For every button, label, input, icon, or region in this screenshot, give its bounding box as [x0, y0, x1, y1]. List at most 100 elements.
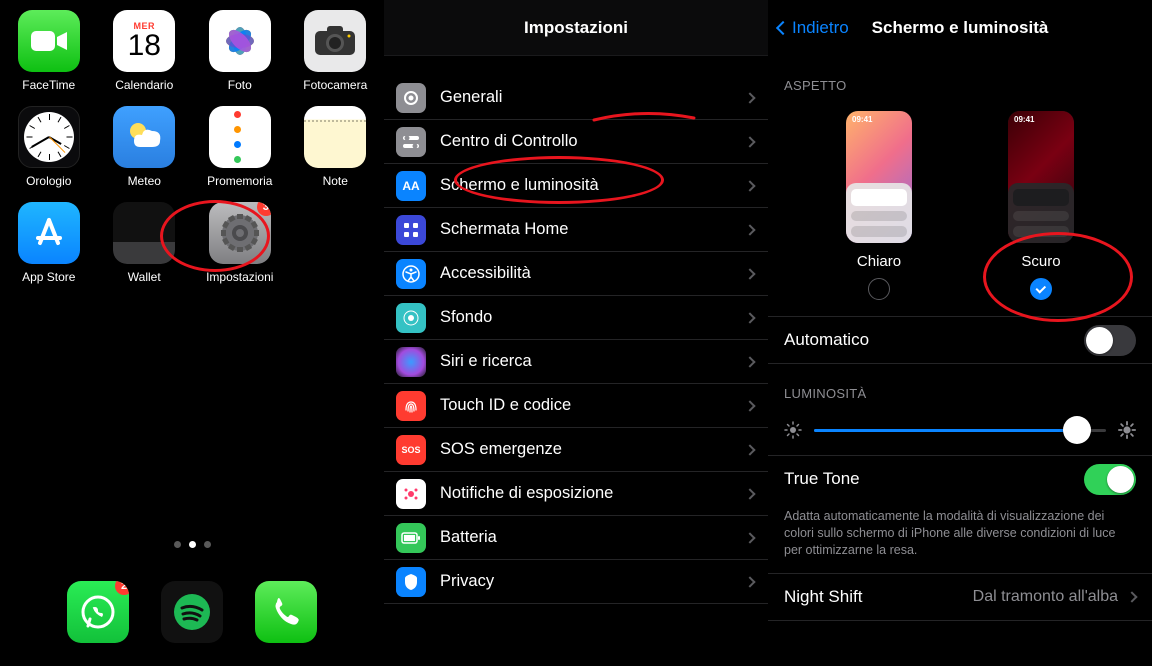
dock: 2 [0, 568, 384, 656]
row-label: Centro di Controllo [440, 132, 746, 151]
control-center-icon [396, 127, 426, 157]
page-dot [174, 541, 181, 548]
battery-icon [396, 523, 426, 553]
radio-light[interactable] [868, 278, 890, 300]
settings-header: Impostazioni [384, 0, 768, 56]
brightness-low-icon [784, 421, 802, 439]
row-accessibilita[interactable]: Accessibilità [384, 252, 768, 296]
app-foto[interactable]: Foto [197, 10, 283, 92]
back-label: Indietro [792, 18, 849, 38]
exposure-icon [396, 479, 426, 509]
true-tone-label: True Tone [784, 469, 1084, 489]
settings-list: Generali Centro di Controllo AA Schermo … [384, 76, 768, 604]
app-label: Wallet [128, 270, 161, 284]
row-schermata-home[interactable]: Schermata Home [384, 208, 768, 252]
annotation-circle-settings [160, 200, 270, 272]
preview-time: 09:41 [1014, 115, 1034, 124]
row-generali[interactable]: Generali [384, 76, 768, 120]
row-sos-emergenze[interactable]: SOS SOS emergenze [384, 428, 768, 472]
row-siri-ricerca[interactable]: Siri e ricerca [384, 340, 768, 384]
brightness-slider-row [768, 409, 1152, 455]
preview-time: 09:41 [852, 115, 872, 124]
clock-icon [18, 106, 80, 168]
row-label: Generali [440, 88, 746, 107]
night-shift-value: Dal tramonto all'alba [973, 588, 1118, 606]
row-label: Privacy [440, 572, 746, 591]
appearance-option-light[interactable]: 09:41 Chiaro [846, 111, 912, 300]
sos-icon: SOS [396, 435, 426, 465]
app-label: Meteo [128, 174, 161, 188]
app-label: Impostazioni [206, 270, 273, 284]
automatic-label: Automatico [784, 330, 1084, 350]
row-night-shift[interactable]: Night Shift Dal tramonto all'alba [768, 574, 1152, 620]
app-facetime[interactable]: FaceTime [6, 10, 92, 92]
chevron-right-icon [744, 576, 755, 587]
dock-app-whatsapp[interactable]: 2 [67, 581, 129, 643]
photos-icon [209, 10, 271, 72]
accessibility-icon [396, 259, 426, 289]
privacy-icon [396, 567, 426, 597]
page-indicator[interactable] [0, 541, 384, 548]
row-true-tone: True Tone [768, 456, 1152, 502]
app-calendario[interactable]: MER 18 Calendario [102, 10, 188, 92]
row-sfondo[interactable]: Sfondo [384, 296, 768, 340]
chevron-right-icon [744, 180, 755, 191]
switch-automatico[interactable] [1084, 325, 1136, 356]
row-notifiche-esposizione[interactable]: Notifiche di esposizione [384, 472, 768, 516]
app-label: Note [323, 174, 348, 188]
true-tone-footer: Adatta automaticamente la modalità di vi… [768, 502, 1152, 573]
section-label-luminosita: LUMINOSITÀ [768, 364, 1152, 409]
app-note[interactable]: Note [293, 106, 379, 188]
slider-thumb[interactable] [1063, 416, 1091, 444]
switch-true-tone[interactable] [1084, 464, 1136, 495]
app-promemoria[interactable]: Promemoria [197, 106, 283, 188]
night-shift-label: Night Shift [784, 587, 973, 607]
brightness-slider[interactable] [814, 429, 1106, 432]
settings-pane: Impostazioni Generali Centro di Controll… [384, 0, 768, 666]
chevron-left-icon [776, 21, 790, 35]
app-label: App Store [22, 270, 75, 284]
chevron-right-icon [744, 444, 755, 455]
row-label: Sfondo [440, 308, 746, 327]
gear-icon [396, 83, 426, 113]
spotify-icon [161, 581, 223, 643]
slider-fill [814, 429, 1077, 432]
light-label: Chiaro [857, 253, 901, 270]
app-appstore[interactable]: App Store [6, 202, 92, 284]
app-label: Foto [228, 78, 252, 92]
chevron-right-icon [744, 312, 755, 323]
section-label-aspetto: ASPETTO [768, 56, 1152, 101]
display-brightness-icon: AA [396, 171, 426, 201]
app-label: Orologio [26, 174, 71, 188]
back-button[interactable]: Indietro [778, 18, 849, 38]
row-label: Schermata Home [440, 220, 746, 239]
app-orologio[interactable]: Orologio [6, 106, 92, 188]
chevron-right-icon [744, 136, 755, 147]
chevron-right-icon [1126, 591, 1137, 602]
chevron-right-icon [744, 400, 755, 411]
light-preview: 09:41 [846, 111, 912, 243]
app-fotocamera[interactable]: Fotocamera [293, 10, 379, 92]
dock-app-phone[interactable] [255, 581, 317, 643]
row-automatico: Automatico [768, 317, 1152, 363]
chevron-right-icon [744, 268, 755, 279]
annotation-circle-display-brightness [454, 156, 664, 204]
row-privacy[interactable]: Privacy [384, 560, 768, 604]
chevron-right-icon [744, 92, 755, 103]
home-screen-pane: FaceTime MER 18 Calendario [0, 0, 384, 666]
app-label: Promemoria [207, 174, 272, 188]
display-brightness-pane: Indietro Schermo e luminosità ASPETTO 09… [768, 0, 1152, 666]
app-label: Calendario [115, 78, 173, 92]
row-batteria[interactable]: Batteria [384, 516, 768, 560]
row-label: Siri e ricerca [440, 352, 746, 371]
phone-icon [255, 581, 317, 643]
whatsapp-icon: 2 [67, 581, 129, 643]
app-meteo[interactable]: Meteo [102, 106, 188, 188]
calendar-icon: MER 18 [113, 10, 175, 72]
dock-app-spotify[interactable] [161, 581, 223, 643]
row-touchid-codice[interactable]: Touch ID e codice [384, 384, 768, 428]
row-label: Notifiche di esposizione [440, 484, 746, 503]
calendar-day: 18 [128, 31, 161, 61]
weather-icon [113, 106, 175, 168]
home-screen-icon [396, 215, 426, 245]
